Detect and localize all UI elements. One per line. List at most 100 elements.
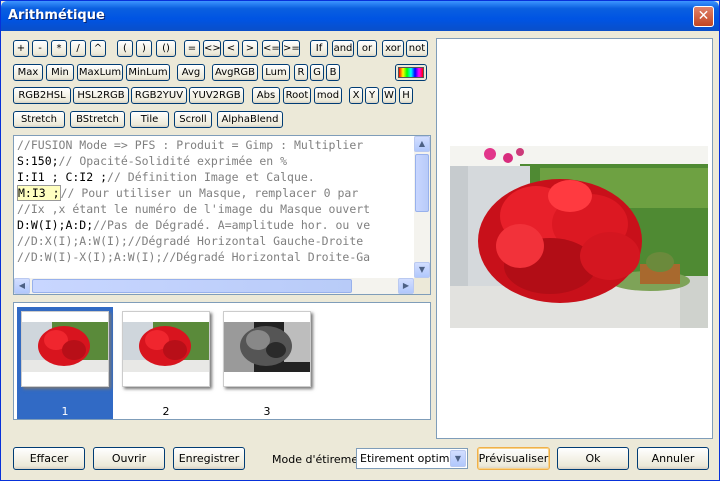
editor-horizontal-scrollbar[interactable]: ◀ ▶ [14, 278, 414, 294]
arithmetic-dialog: Arithmétique ✕ + - * / ^()() = <> < > <= >= If and or… [0, 0, 720, 481]
code-line: //Ix ,x étant le numéro de l'image du Ma… [17, 202, 370, 216]
code-comment: // Définition Image et Calque. [107, 170, 315, 184]
close-icon[interactable]: ✕ [693, 6, 714, 27]
operator-button-5[interactable]: ( [117, 40, 133, 57]
vertical-scroll-thumb[interactable] [415, 154, 429, 212]
code-comment: //FUSION Mode => PFS : Produit = Gimp : … [17, 138, 364, 152]
ok-button[interactable]: Ok [557, 447, 629, 470]
operator-button-4[interactable]: ^ [90, 40, 106, 57]
function-button-4[interactable]: AlphaBlend [217, 111, 283, 128]
code-comment: //D:W(I)-X(I);A:W(I);//Dégradé Horizonta… [17, 250, 371, 264]
formula-editor[interactable]: //FUSION Mode => PFS : Produit = Gimp : … [13, 135, 431, 295]
cancel-button[interactable]: Annuler [637, 447, 709, 470]
function-button-2[interactable]: RGB2YUV [131, 87, 187, 104]
function-button-1[interactable]: BStretch [70, 111, 125, 128]
function-button-3[interactable]: MinLum [126, 64, 170, 81]
stretch-mode-select[interactable]: Etirement optimisé ▼ [356, 448, 468, 469]
function-button-4[interactable]: Avg [177, 64, 205, 81]
function-button-1[interactable]: HSL2RGB [73, 87, 129, 104]
code-comment: // Opacité-Solidité exprimée en % [58, 154, 288, 168]
rainbow-icon [398, 67, 424, 78]
scroll-right-icon[interactable]: ▶ [398, 278, 414, 294]
code-comment: //Pas de Dégradé. A=amplitude hor. ou ve [93, 218, 371, 232]
open-button[interactable]: Ouvrir [93, 447, 165, 470]
operator-button-13[interactable]: >= [282, 40, 300, 57]
flower-thumbnail-image [21, 311, 109, 387]
editor-vertical-scrollbar[interactable]: ▲ ▼ [414, 136, 430, 278]
operator-button-11[interactable]: > [242, 40, 258, 57]
code-comment: //Ix ,x étant le numéro de l'image du Ma… [17, 202, 371, 216]
operator-button-1[interactable]: - [32, 40, 48, 57]
function-button-5[interactable]: Root [283, 87, 311, 104]
preview-panel [436, 38, 713, 439]
code-statement: S:150; [17, 154, 59, 168]
code-line: S:150;// Opacité-Solidité exprimée en % [17, 154, 287, 168]
code-statement: D:W(I);A:D; [17, 218, 94, 232]
operator-button-2[interactable]: * [51, 40, 67, 57]
function-button-0[interactable]: Max [13, 64, 43, 81]
thumbnail-3[interactable]: 3 [219, 307, 315, 419]
scrollbar-corner [414, 278, 430, 294]
operator-button-7[interactable]: () [156, 40, 176, 57]
image-thumbnail-list[interactable]: 1 2 3 [13, 302, 431, 420]
operator-button-6[interactable]: ) [136, 40, 152, 57]
thumbnail-label: 2 [162, 405, 170, 418]
operator-button-12[interactable]: <= [262, 40, 280, 57]
function-button-3[interactable]: Scroll [174, 111, 212, 128]
operator-button-17[interactable]: xor [382, 40, 404, 57]
preview-image [450, 146, 708, 328]
operator-button-3[interactable]: / [70, 40, 86, 57]
grayscale-mask-thumbnail-image [223, 311, 311, 387]
function-button-3[interactable]: YUV2RGB [189, 87, 244, 104]
function-button-2[interactable]: MaxLum [77, 64, 123, 81]
code-line: M:I3 ;// Pour utiliser un Masque, rempla… [17, 185, 359, 201]
color-picker-button[interactable] [395, 64, 427, 81]
thumbnail-2[interactable]: 2 [118, 307, 214, 419]
function-button-0[interactable]: RGB2HSL [13, 87, 71, 104]
operator-button-8[interactable]: = [184, 40, 200, 57]
code-comment: // Pour utiliser un Masque, remplacer 0 … [60, 186, 359, 200]
function-button-7[interactable]: X [349, 87, 363, 104]
function-button-9[interactable]: B [326, 64, 340, 81]
chevron-down-icon[interactable]: ▼ [450, 450, 466, 467]
code-line: D:W(I);A:D;//Pas de Dégradé. A=amplitude… [17, 218, 370, 232]
stretch-mode-label: Mode d'étirement [272, 453, 370, 466]
preview-button[interactable]: Prévisualiser [477, 447, 550, 470]
operator-button-18[interactable]: not [406, 40, 428, 57]
operator-button-0[interactable]: + [13, 40, 29, 57]
function-button-6[interactable]: mod [314, 87, 342, 104]
operator-button-15[interactable]: and [332, 40, 354, 57]
function-button-9[interactable]: W [382, 87, 396, 104]
save-button[interactable]: Enregistrer [173, 447, 245, 470]
function-button-1[interactable]: Min [46, 64, 74, 81]
operator-button-16[interactable]: or [357, 40, 377, 57]
function-button-7[interactable]: R [294, 64, 308, 81]
scroll-down-icon[interactable]: ▼ [414, 262, 430, 278]
function-button-8[interactable]: G [310, 64, 324, 81]
operator-button-10[interactable]: < [223, 40, 239, 57]
highlighted-code: M:I3 ; [17, 185, 61, 201]
code-line: I:I1 ; C:I2 ;// Définition Image et Calq… [17, 170, 315, 184]
code-line: //D:X(I);A:W(I);//Dégradé Horizontal Gau… [17, 234, 363, 248]
thumbnail-1[interactable]: 1 [17, 307, 113, 419]
window-title: Arithmétique [8, 8, 105, 23]
operator-button-9[interactable]: <> [203, 40, 221, 57]
function-button-4[interactable]: Abs [252, 87, 280, 104]
code-line: //FUSION Mode => PFS : Produit = Gimp : … [17, 138, 363, 152]
dialog-client: + - * / ^()() = <> < > <= >= If and or xor not Max Min Ma… [4, 31, 716, 479]
function-button-10[interactable]: H [399, 87, 413, 104]
scroll-left-icon[interactable]: ◀ [14, 278, 30, 294]
function-button-5[interactable]: AvgRGB [212, 64, 258, 81]
horizontal-scroll-thumb[interactable] [32, 279, 352, 293]
code-statement: I:I1 ; C:I2 ; [17, 170, 108, 184]
function-button-0[interactable]: Stretch [13, 111, 65, 128]
flower-thumbnail-image [122, 311, 210, 387]
function-button-2[interactable]: Tile [130, 111, 169, 128]
operator-button-14[interactable]: If [310, 40, 328, 57]
function-button-6[interactable]: Lum [262, 64, 290, 81]
function-button-8[interactable]: Y [365, 87, 379, 104]
clear-button[interactable]: Effacer [13, 447, 85, 470]
scroll-up-icon[interactable]: ▲ [414, 136, 430, 152]
title-bar[interactable]: Arithmétique ✕ [1, 1, 719, 31]
thumbnail-label: 3 [263, 405, 271, 418]
